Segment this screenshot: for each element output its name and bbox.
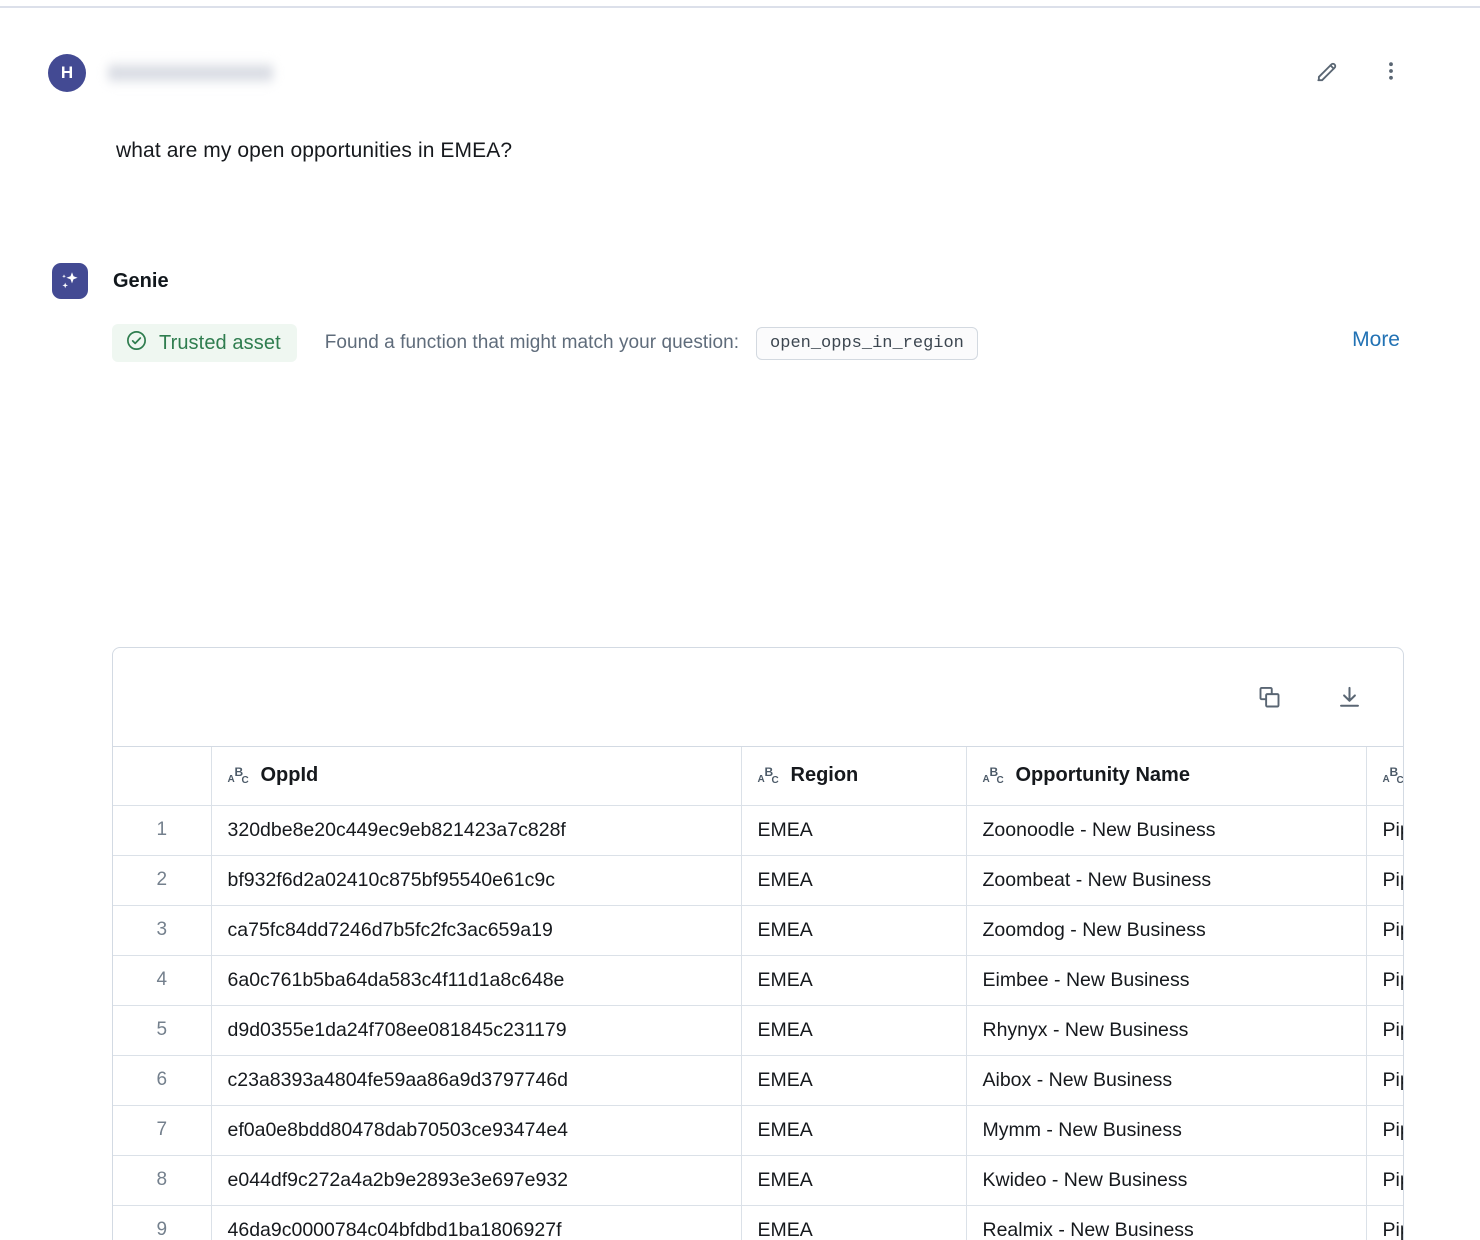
cell-region: EMEA — [741, 955, 967, 1006]
cell-region: EMEA — [741, 855, 967, 906]
check-circle-icon — [125, 329, 148, 357]
row-number: 9 — [113, 1205, 212, 1240]
cell-opportunity-name: Rhynyx - New Business — [966, 1005, 1367, 1056]
cell-opportunity-name: Mymm - New Business — [966, 1105, 1367, 1156]
string-type-icon: ABC — [982, 764, 1004, 786]
assistant-header: Genie — [0, 258, 1480, 304]
row-number: 3 — [113, 905, 212, 956]
top-divider — [0, 6, 1480, 8]
cell-stage: Pipeline — [1366, 1005, 1403, 1056]
trusted-asset-label: Trusted asset — [159, 331, 281, 354]
cell-oppid: 6a0c761b5ba64da583c4f11d1a8c648e — [211, 955, 742, 1006]
cell-region: EMEA — [741, 1055, 967, 1106]
avatar: H — [48, 54, 86, 92]
cell-stage: Pipeline — [1366, 1105, 1403, 1156]
row-number-header — [113, 747, 212, 806]
function-match-status-row: Trusted asset Found a function that migh… — [0, 324, 1480, 362]
cell-opportunity-name: Aibox - New Business — [966, 1055, 1367, 1106]
cell-oppid: d9d0355e1da24f708ee081845c231179 — [211, 1005, 742, 1056]
cell-region: EMEA — [741, 1155, 967, 1206]
column-header-truncated[interactable]: ABC — [1366, 747, 1404, 806]
genie-conversation-page: H what are my open opportunities in EMEA… — [0, 0, 1480, 1240]
table-row[interactable]: 9 46da9c0000784c04bfdbd1ba1806927f EMEA … — [113, 1205, 1403, 1240]
column-header-label: Opportunity Name — [1015, 764, 1190, 787]
cell-stage: Pipeline — [1366, 1155, 1403, 1206]
cell-oppid: ef0a0e8bdd80478dab70503ce93474e4 — [211, 1105, 742, 1156]
row-number: 4 — [113, 955, 212, 1006]
row-number: 5 — [113, 1005, 212, 1056]
cell-stage: Pipeline — [1366, 1055, 1403, 1106]
trusted-asset-badge: Trusted asset — [112, 324, 297, 362]
cell-region: EMEA — [741, 1005, 967, 1056]
table-row[interactable]: 4 6a0c761b5ba64da583c4f11d1a8c648e EMEA … — [113, 955, 1403, 1006]
cell-oppid: ca75fc84dd7246d7b5fc2fc3ac659a19 — [211, 905, 742, 956]
row-number: 7 — [113, 1105, 212, 1156]
copy-icon[interactable] — [1253, 681, 1285, 713]
user-question-text: what are my open opportunities in EMEA? — [116, 139, 513, 162]
table-body: 1 320dbe8e20c449ec9eb821423a7c828f EMEA … — [113, 805, 1403, 1240]
cell-opportunity-name: Eimbee - New Business — [966, 955, 1367, 1006]
row-number: 1 — [113, 805, 212, 856]
string-type-icon: ABC — [1382, 764, 1404, 786]
table-scroll-region[interactable]: ABC OppId ABC Region A B C Opportunity N… — [113, 746, 1403, 1240]
table-row[interactable]: 8 e044df9c272a4a2b9e2893e3e697e932 EMEA … — [113, 1155, 1403, 1206]
cell-stage: Pipeline — [1366, 1205, 1403, 1240]
row-number: 2 — [113, 855, 212, 906]
table-row[interactable]: 7 ef0a0e8bdd80478dab70503ce93474e4 EMEA … — [113, 1105, 1403, 1156]
message-actions — [1310, 54, 1408, 88]
cell-oppid: 320dbe8e20c449ec9eb821423a7c828f — [211, 805, 742, 856]
cell-opportunity-name: Realmix - New Business — [966, 1205, 1367, 1240]
cell-region: EMEA — [741, 905, 967, 956]
cell-oppid: bf932f6d2a02410c875bf95540e61c9c — [211, 855, 742, 906]
table-header: ABC OppId ABC Region A B C Opportunity N… — [113, 747, 1404, 806]
table-row[interactable]: 1 320dbe8e20c449ec9eb821423a7c828f EMEA … — [113, 805, 1403, 856]
cell-region: EMEA — [741, 805, 967, 856]
table-row[interactable]: 6 c23a8393a4804fe59aa86a9d3797746d EMEA … — [113, 1055, 1403, 1106]
more-vertical-icon[interactable] — [1374, 54, 1408, 88]
table-toolbar — [113, 648, 1403, 746]
column-header-label: OppId — [260, 764, 319, 787]
cell-oppid: c23a8393a4804fe59aa86a9d3797746d — [211, 1055, 742, 1106]
cell-stage: Pipeline — [1366, 905, 1403, 956]
function-name-chip[interactable]: open_opps_in_region — [756, 326, 978, 360]
assistant-name: Genie — [113, 269, 169, 292]
table-row[interactable]: 3 ca75fc84dd7246d7b5fc2fc3ac659a19 EMEA … — [113, 905, 1403, 956]
row-number: 8 — [113, 1155, 212, 1206]
cell-opportunity-name: Zoombeat - New Business — [966, 855, 1367, 906]
function-match-text: Found a function that might match your q… — [324, 332, 740, 353]
column-header-opportunity-name[interactable]: ABC Opportunity Name — [966, 747, 1367, 806]
cell-oppid: 46da9c0000784c04bfdbd1ba1806927f — [211, 1205, 742, 1240]
cell-oppid: e044df9c272a4a2b9e2893e3e697e932 — [211, 1155, 742, 1206]
sparkle-icon — [52, 263, 88, 299]
cell-opportunity-name: Zoomdog - New Business — [966, 905, 1367, 956]
column-header-region[interactable]: ABC Region — [741, 747, 967, 806]
user-header: H — [0, 48, 1480, 98]
string-type-icon: ABC — [757, 764, 779, 786]
column-header-oppid[interactable]: ABC OppId — [211, 747, 742, 806]
assistant-message-turn: Genie Trusted asset Found a function tha… — [0, 258, 1480, 1240]
cell-region: EMEA — [741, 1105, 967, 1156]
row-number: 6 — [113, 1055, 212, 1106]
table-row[interactable]: 5 d9d0355e1da24f708ee081845c231179 EMEA … — [113, 1005, 1403, 1056]
cell-stage: Pipeline — [1366, 805, 1403, 856]
download-icon[interactable] — [1333, 681, 1365, 713]
table-row[interactable]: 2 bf932f6d2a02410c875bf95540e61c9c EMEA … — [113, 855, 1403, 906]
cell-stage: Pipeline — [1366, 855, 1403, 906]
column-header-label: Region — [790, 764, 859, 787]
cell-region: EMEA — [741, 1205, 967, 1240]
cell-opportunity-name: Kwideo - New Business — [966, 1155, 1367, 1206]
user-message-turn: H what are my open opportunities in EMEA… — [0, 48, 1480, 166]
cell-stage: Pipeline — [1366, 955, 1403, 1006]
result-table-card: ABC OppId ABC Region A B C Opportunity N… — [112, 647, 1404, 1240]
results-table: ABC OppId ABC Region A B C Opportunity N… — [113, 747, 1403, 1240]
more-link[interactable]: More — [1352, 328, 1400, 352]
pencil-icon[interactable] — [1310, 54, 1344, 88]
cell-opportunity-name: Zoonoodle - New Business — [966, 805, 1367, 856]
user-name-redacted — [108, 60, 273, 86]
string-type-icon: ABC — [227, 764, 249, 786]
table-header-row: ABC OppId ABC Region A B C Opportunity N… — [113, 747, 1404, 806]
